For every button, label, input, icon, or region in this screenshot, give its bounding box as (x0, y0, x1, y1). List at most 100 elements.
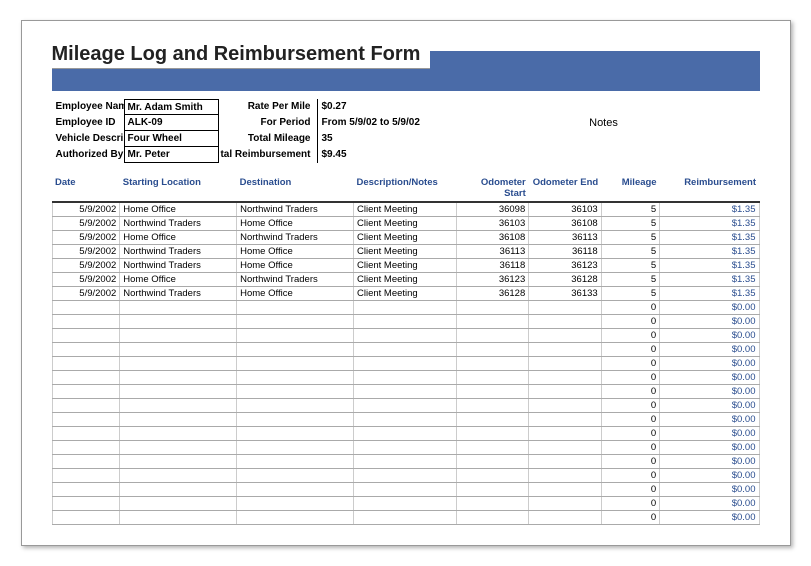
table-row[interactable]: 0$0.00 (52, 469, 759, 483)
cell-date[interactable]: 5/9/2002 (52, 273, 120, 287)
cell-reimb[interactable]: $1.35 (660, 245, 759, 259)
cell-ostart[interactable] (456, 329, 528, 343)
cell-mileage[interactable]: 0 (601, 385, 659, 399)
cell-ostart[interactable]: 36128 (456, 287, 528, 301)
cell-mileage[interactable]: 0 (601, 343, 659, 357)
cell-reimb[interactable]: $1.35 (660, 259, 759, 273)
cell-oend[interactable] (529, 427, 601, 441)
cell-ostart[interactable]: 36123 (456, 273, 528, 287)
table-row[interactable]: 0$0.00 (52, 357, 759, 371)
cell-date[interactable] (52, 329, 120, 343)
cell-desc[interactable] (353, 385, 456, 399)
cell-dest[interactable]: Northwind Traders (237, 202, 354, 217)
cell-ostart[interactable] (456, 301, 528, 315)
cell-date[interactable] (52, 301, 120, 315)
cell-oend[interactable] (529, 399, 601, 413)
cell-desc[interactable]: Client Meeting (353, 231, 456, 245)
cell-date[interactable] (52, 497, 120, 511)
table-row[interactable]: 0$0.00 (52, 455, 759, 469)
cell-desc[interactable] (353, 343, 456, 357)
cell-dest[interactable] (237, 371, 354, 385)
cell-start[interactable] (120, 441, 237, 455)
cell-ostart[interactable] (456, 399, 528, 413)
cell-date[interactable]: 5/9/2002 (52, 287, 120, 301)
cell-oend[interactable] (529, 343, 601, 357)
cell-ostart[interactable] (456, 511, 528, 525)
cell-reimb[interactable]: $0.00 (660, 399, 759, 413)
cell-start[interactable] (120, 483, 237, 497)
cell-dest[interactable] (237, 329, 354, 343)
cell-start[interactable] (120, 469, 237, 483)
cell-date[interactable] (52, 343, 120, 357)
table-row[interactable]: 0$0.00 (52, 413, 759, 427)
table-row[interactable]: 5/9/2002Northwind TradersHome OfficeClie… (52, 217, 759, 231)
cell-dest[interactable] (237, 343, 354, 357)
table-row[interactable]: 5/9/2002Home OfficeNorthwind TradersClie… (52, 273, 759, 287)
cell-date[interactable]: 5/9/2002 (52, 202, 120, 217)
cell-reimb[interactable]: $0.00 (660, 469, 759, 483)
value-employee-name[interactable]: Mr. Adam Smith (124, 99, 219, 115)
cell-mileage[interactable]: 0 (601, 315, 659, 329)
cell-desc[interactable] (353, 511, 456, 525)
cell-oend[interactable] (529, 315, 601, 329)
cell-start[interactable]: Northwind Traders (120, 245, 237, 259)
cell-start[interactable] (120, 357, 237, 371)
cell-ostart[interactable] (456, 343, 528, 357)
cell-desc[interactable]: Client Meeting (353, 217, 456, 231)
cell-mileage[interactable]: 5 (601, 287, 659, 301)
cell-desc[interactable] (353, 413, 456, 427)
cell-start[interactable]: Home Office (120, 273, 237, 287)
value-rate-per-mile[interactable]: $0.27 (318, 99, 448, 115)
cell-reimb[interactable]: $0.00 (660, 441, 759, 455)
cell-desc[interactable] (353, 441, 456, 455)
table-row[interactable]: 5/9/2002Home OfficeNorthwind TradersClie… (52, 202, 759, 217)
cell-mileage[interactable]: 0 (601, 497, 659, 511)
cell-dest[interactable] (237, 441, 354, 455)
table-row[interactable]: 0$0.00 (52, 399, 759, 413)
cell-mileage[interactable]: 5 (601, 259, 659, 273)
cell-date[interactable] (52, 371, 120, 385)
cell-desc[interactable] (353, 483, 456, 497)
cell-desc[interactable]: Client Meeting (353, 287, 456, 301)
cell-ostart[interactable] (456, 427, 528, 441)
cell-mileage[interactable]: 5 (601, 202, 659, 217)
cell-desc[interactable]: Client Meeting (353, 259, 456, 273)
table-row[interactable]: 5/9/2002Home OfficeNorthwind TradersClie… (52, 231, 759, 245)
cell-date[interactable] (52, 357, 120, 371)
cell-date[interactable] (52, 427, 120, 441)
cell-reimb[interactable]: $0.00 (660, 357, 759, 371)
value-for-period[interactable]: From 5/9/02 to 5/9/02 (318, 115, 448, 131)
cell-date[interactable] (52, 455, 120, 469)
cell-ostart[interactable] (456, 413, 528, 427)
value-employee-id[interactable]: ALK-09 (124, 115, 219, 131)
cell-mileage[interactable]: 0 (601, 413, 659, 427)
cell-mileage[interactable]: 0 (601, 329, 659, 343)
cell-reimb[interactable]: $0.00 (660, 371, 759, 385)
table-row[interactable]: 0$0.00 (52, 301, 759, 315)
cell-start[interactable] (120, 329, 237, 343)
cell-dest[interactable]: Northwind Traders (237, 273, 354, 287)
cell-date[interactable] (52, 511, 120, 525)
cell-dest[interactable]: Home Office (237, 245, 354, 259)
cell-oend[interactable] (529, 301, 601, 315)
cell-reimb[interactable]: $0.00 (660, 483, 759, 497)
cell-dest[interactable] (237, 483, 354, 497)
cell-dest[interactable]: Home Office (237, 259, 354, 273)
cell-mileage[interactable]: 0 (601, 469, 659, 483)
cell-mileage[interactable]: 0 (601, 399, 659, 413)
cell-oend[interactable] (529, 511, 601, 525)
cell-ostart[interactable]: 36113 (456, 245, 528, 259)
cell-date[interactable] (52, 399, 120, 413)
cell-reimb[interactable]: $0.00 (660, 329, 759, 343)
cell-ostart[interactable] (456, 385, 528, 399)
cell-oend[interactable] (529, 469, 601, 483)
cell-desc[interactable]: Client Meeting (353, 245, 456, 259)
cell-desc[interactable] (353, 469, 456, 483)
cell-reimb[interactable]: $0.00 (660, 455, 759, 469)
table-row[interactable]: 0$0.00 (52, 385, 759, 399)
cell-reimb[interactable]: $1.35 (660, 273, 759, 287)
cell-date[interactable]: 5/9/2002 (52, 231, 120, 245)
cell-reimb[interactable]: $1.35 (660, 217, 759, 231)
cell-ostart[interactable]: 36108 (456, 231, 528, 245)
cell-mileage[interactable]: 5 (601, 245, 659, 259)
